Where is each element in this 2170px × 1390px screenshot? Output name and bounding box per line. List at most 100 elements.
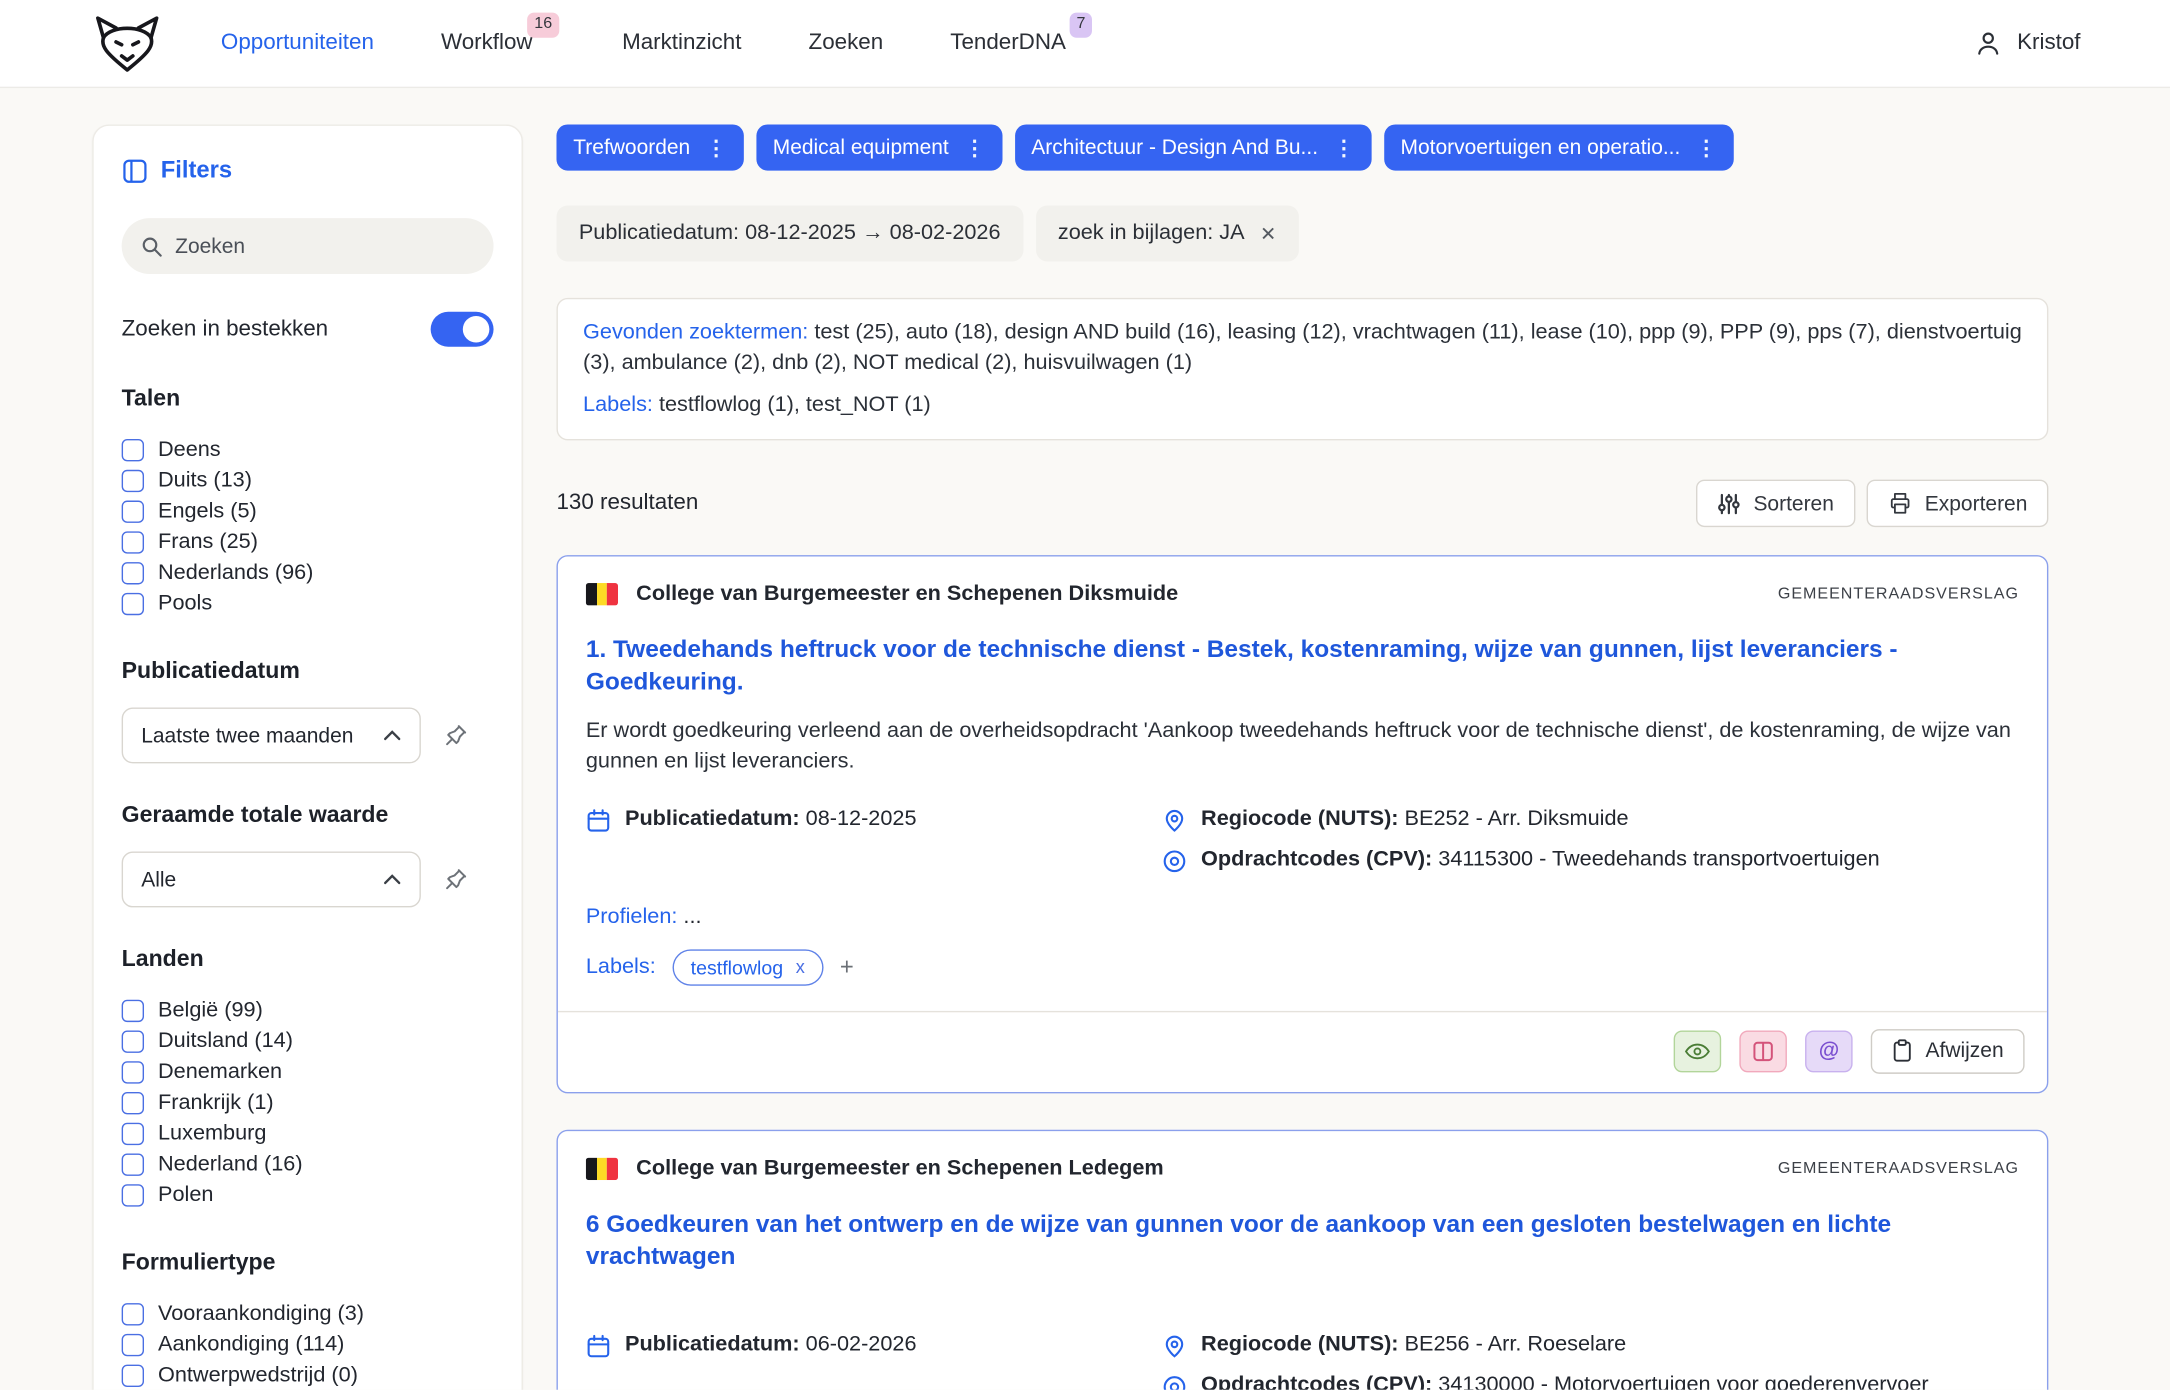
filter-checkbox[interactable] bbox=[122, 439, 144, 461]
location-pin-icon bbox=[1162, 1334, 1187, 1359]
remove-label-icon[interactable]: x bbox=[796, 957, 805, 978]
chip-menu-icon[interactable]: ⋮ bbox=[964, 135, 985, 160]
chip-motorvoertuigen[interactable]: Motorvoertuigen en operatio... ⋮ bbox=[1384, 124, 1734, 170]
labels-line: Labels: testflowlog (1), test_NOT (1) bbox=[583, 390, 2022, 421]
add-label-button[interactable]: + bbox=[840, 953, 854, 981]
filter-option[interactable]: Engels (5) bbox=[122, 496, 494, 527]
chip-architectuur[interactable]: Architectuur - Design And Bu...⋮ bbox=[1014, 124, 1371, 170]
publication-date-value: 06-02-2026 bbox=[806, 1333, 917, 1357]
bestekken-toggle[interactable] bbox=[431, 312, 494, 347]
filter-checkbox[interactable] bbox=[122, 501, 144, 523]
filter-option[interactable]: Frans (25) bbox=[122, 527, 494, 558]
split-view-button[interactable] bbox=[1740, 1030, 1788, 1072]
cpv-value: 34115300 - Tweedehands transportvoertuig… bbox=[1438, 847, 1879, 871]
publication-date-row: Publicatiedatum: 06-02-2026 bbox=[586, 1333, 1162, 1360]
select-value: Alle bbox=[141, 868, 176, 892]
filter-option[interactable]: Frankrijk (1) bbox=[122, 1088, 494, 1119]
labels-label: Labels: bbox=[583, 393, 653, 417]
result-title-link[interactable]: 6 Goedkeuren van het ontwerp en de wijze… bbox=[586, 1208, 2019, 1272]
filter-option[interactable]: Duits (13) bbox=[122, 466, 494, 497]
filter-option[interactable]: Denemarken bbox=[122, 1057, 494, 1088]
cpv-disc-icon bbox=[1162, 1375, 1187, 1390]
results-area: Trefwoorden ⋮ Medical equipment⋮ Architec… bbox=[556, 124, 2048, 1389]
publication-date-label: Publicatiedatum: bbox=[625, 807, 800, 831]
filter-checkbox[interactable] bbox=[122, 1334, 144, 1356]
chip-menu-icon[interactable]: ⋮ bbox=[1696, 135, 1717, 160]
filter-checkbox[interactable] bbox=[122, 593, 144, 615]
option-label: Polen bbox=[158, 1183, 213, 1208]
pin-icon bbox=[442, 721, 470, 749]
filter-checkbox[interactable] bbox=[122, 470, 144, 492]
chip-trefwoorden[interactable]: Trefwoorden ⋮ bbox=[556, 124, 743, 170]
columns-icon bbox=[1752, 1040, 1774, 1062]
filter-panel-icon bbox=[122, 157, 149, 184]
labels-values: testflowlog (1), test_NOT (1) bbox=[659, 393, 931, 417]
filter-checkbox[interactable] bbox=[122, 1303, 144, 1325]
profielen-row: Profielen: ... bbox=[586, 904, 2019, 929]
waarde-select[interactable]: Alle bbox=[122, 852, 421, 908]
result-description: Er wordt goedkeuring verleend aan de ove… bbox=[586, 716, 2019, 779]
filter-option[interactable]: Aankondiging (114) bbox=[122, 1330, 494, 1361]
mention-button[interactable]: @ bbox=[1805, 1030, 1853, 1072]
label-chip[interactable]: testflowlog x bbox=[673, 949, 824, 985]
filter-checkbox[interactable] bbox=[122, 1061, 144, 1083]
nav-tenderdna[interactable]: TenderDNA 7 bbox=[950, 31, 1066, 56]
pill-label: Publicatiedatum: 08-12-2025 → 08-02-2026 bbox=[579, 221, 1001, 246]
chip-medical-equipment[interactable]: Medical equipment⋮ bbox=[756, 124, 1002, 170]
filter-option[interactable]: Polen bbox=[122, 1180, 494, 1211]
page: Opportuniteiten Workflow 16 Marktinzicht… bbox=[0, 0, 2170, 1390]
chip-label: Motorvoertuigen en operatio... bbox=[1401, 136, 1681, 160]
date-range-pill[interactable]: Publicatiedatum: 08-12-2025 → 08-02-2026 bbox=[556, 206, 1022, 262]
filter-checkbox[interactable] bbox=[122, 1092, 144, 1114]
workflow-count-badge: 16 bbox=[527, 13, 559, 37]
publicatiedatum-select[interactable]: Laatste twee maanden bbox=[122, 707, 421, 763]
nav-marktinzicht[interactable]: Marktinzicht bbox=[622, 31, 741, 56]
toggle-knob bbox=[463, 316, 490, 343]
filter-option[interactable]: Duitsland (14) bbox=[122, 1026, 494, 1057]
export-button[interactable]: Exporteren bbox=[1866, 480, 2048, 528]
filter-option[interactable]: Nederlands (96) bbox=[122, 558, 494, 589]
filter-checkbox[interactable] bbox=[122, 1154, 144, 1176]
publication-date-row: Publicatiedatum: 08-12-2025 bbox=[586, 807, 1162, 834]
filter-option[interactable]: Luxemburg bbox=[122, 1119, 494, 1150]
heading-formuliertype: Formuliertype bbox=[122, 1250, 494, 1277]
pin-publicatiedatum-button[interactable] bbox=[442, 721, 470, 749]
nav-workflow-label: Workflow bbox=[441, 31, 533, 55]
filter-checkbox[interactable] bbox=[122, 1184, 144, 1206]
filter-option[interactable]: Ontwerpwedstrijd (0) bbox=[122, 1360, 494, 1389]
reject-button[interactable]: Afwijzen bbox=[1871, 1029, 2025, 1074]
cpv-value: 34130000 - Motorvoertuigen voor goederen… bbox=[1438, 1374, 1928, 1390]
filter-checkbox[interactable] bbox=[122, 562, 144, 584]
filter-checkbox[interactable] bbox=[122, 1123, 144, 1145]
results-count: 130 resultaten bbox=[556, 491, 698, 516]
filters-header: Filters bbox=[122, 157, 494, 185]
sort-button[interactable]: Sorteren bbox=[1696, 480, 1855, 528]
heading-talen: Talen bbox=[122, 386, 494, 413]
chip-menu-icon[interactable]: ⋮ bbox=[1333, 135, 1354, 160]
close-icon[interactable]: ✕ bbox=[1260, 222, 1276, 246]
nav-workflow[interactable]: Workflow 16 bbox=[441, 31, 533, 56]
filter-option[interactable]: Vooraankondiging (3) bbox=[122, 1299, 494, 1330]
filter-checkbox[interactable] bbox=[122, 1000, 144, 1022]
filter-checkbox[interactable] bbox=[122, 531, 144, 553]
publication-date-label: Publicatiedatum: bbox=[625, 1333, 800, 1357]
attachments-pill[interactable]: zoek in bijlagen: JA ✕ bbox=[1035, 206, 1298, 262]
nav-zoeken[interactable]: Zoeken bbox=[809, 31, 884, 56]
pin-waarde-button[interactable] bbox=[442, 865, 470, 893]
filter-option[interactable]: Pools bbox=[122, 589, 494, 620]
chip-label: Trefwoorden bbox=[573, 136, 690, 160]
app-logo[interactable] bbox=[92, 12, 162, 75]
search-terms-summary: Gevonden zoektermen: test (25), auto (18… bbox=[556, 298, 2048, 441]
filter-option[interactable]: Deens bbox=[122, 435, 494, 466]
watch-button[interactable] bbox=[1674, 1030, 1722, 1072]
nav-opportuniteiten[interactable]: Opportuniteiten bbox=[221, 31, 374, 56]
result-title-link[interactable]: 1. Tweedehands heftruck voor de technisc… bbox=[586, 634, 2019, 698]
filter-checkbox[interactable] bbox=[122, 1030, 144, 1052]
filter-option[interactable]: Nederland (16) bbox=[122, 1149, 494, 1180]
filter-checkbox[interactable] bbox=[122, 1365, 144, 1387]
search-input[interactable] bbox=[175, 234, 474, 258]
profielen-label[interactable]: Profielen: bbox=[586, 904, 678, 928]
filter-option[interactable]: België (99) bbox=[122, 996, 494, 1027]
chip-menu-icon[interactable]: ⋮ bbox=[706, 135, 727, 160]
user-menu[interactable]: Kristof bbox=[1972, 28, 2080, 59]
